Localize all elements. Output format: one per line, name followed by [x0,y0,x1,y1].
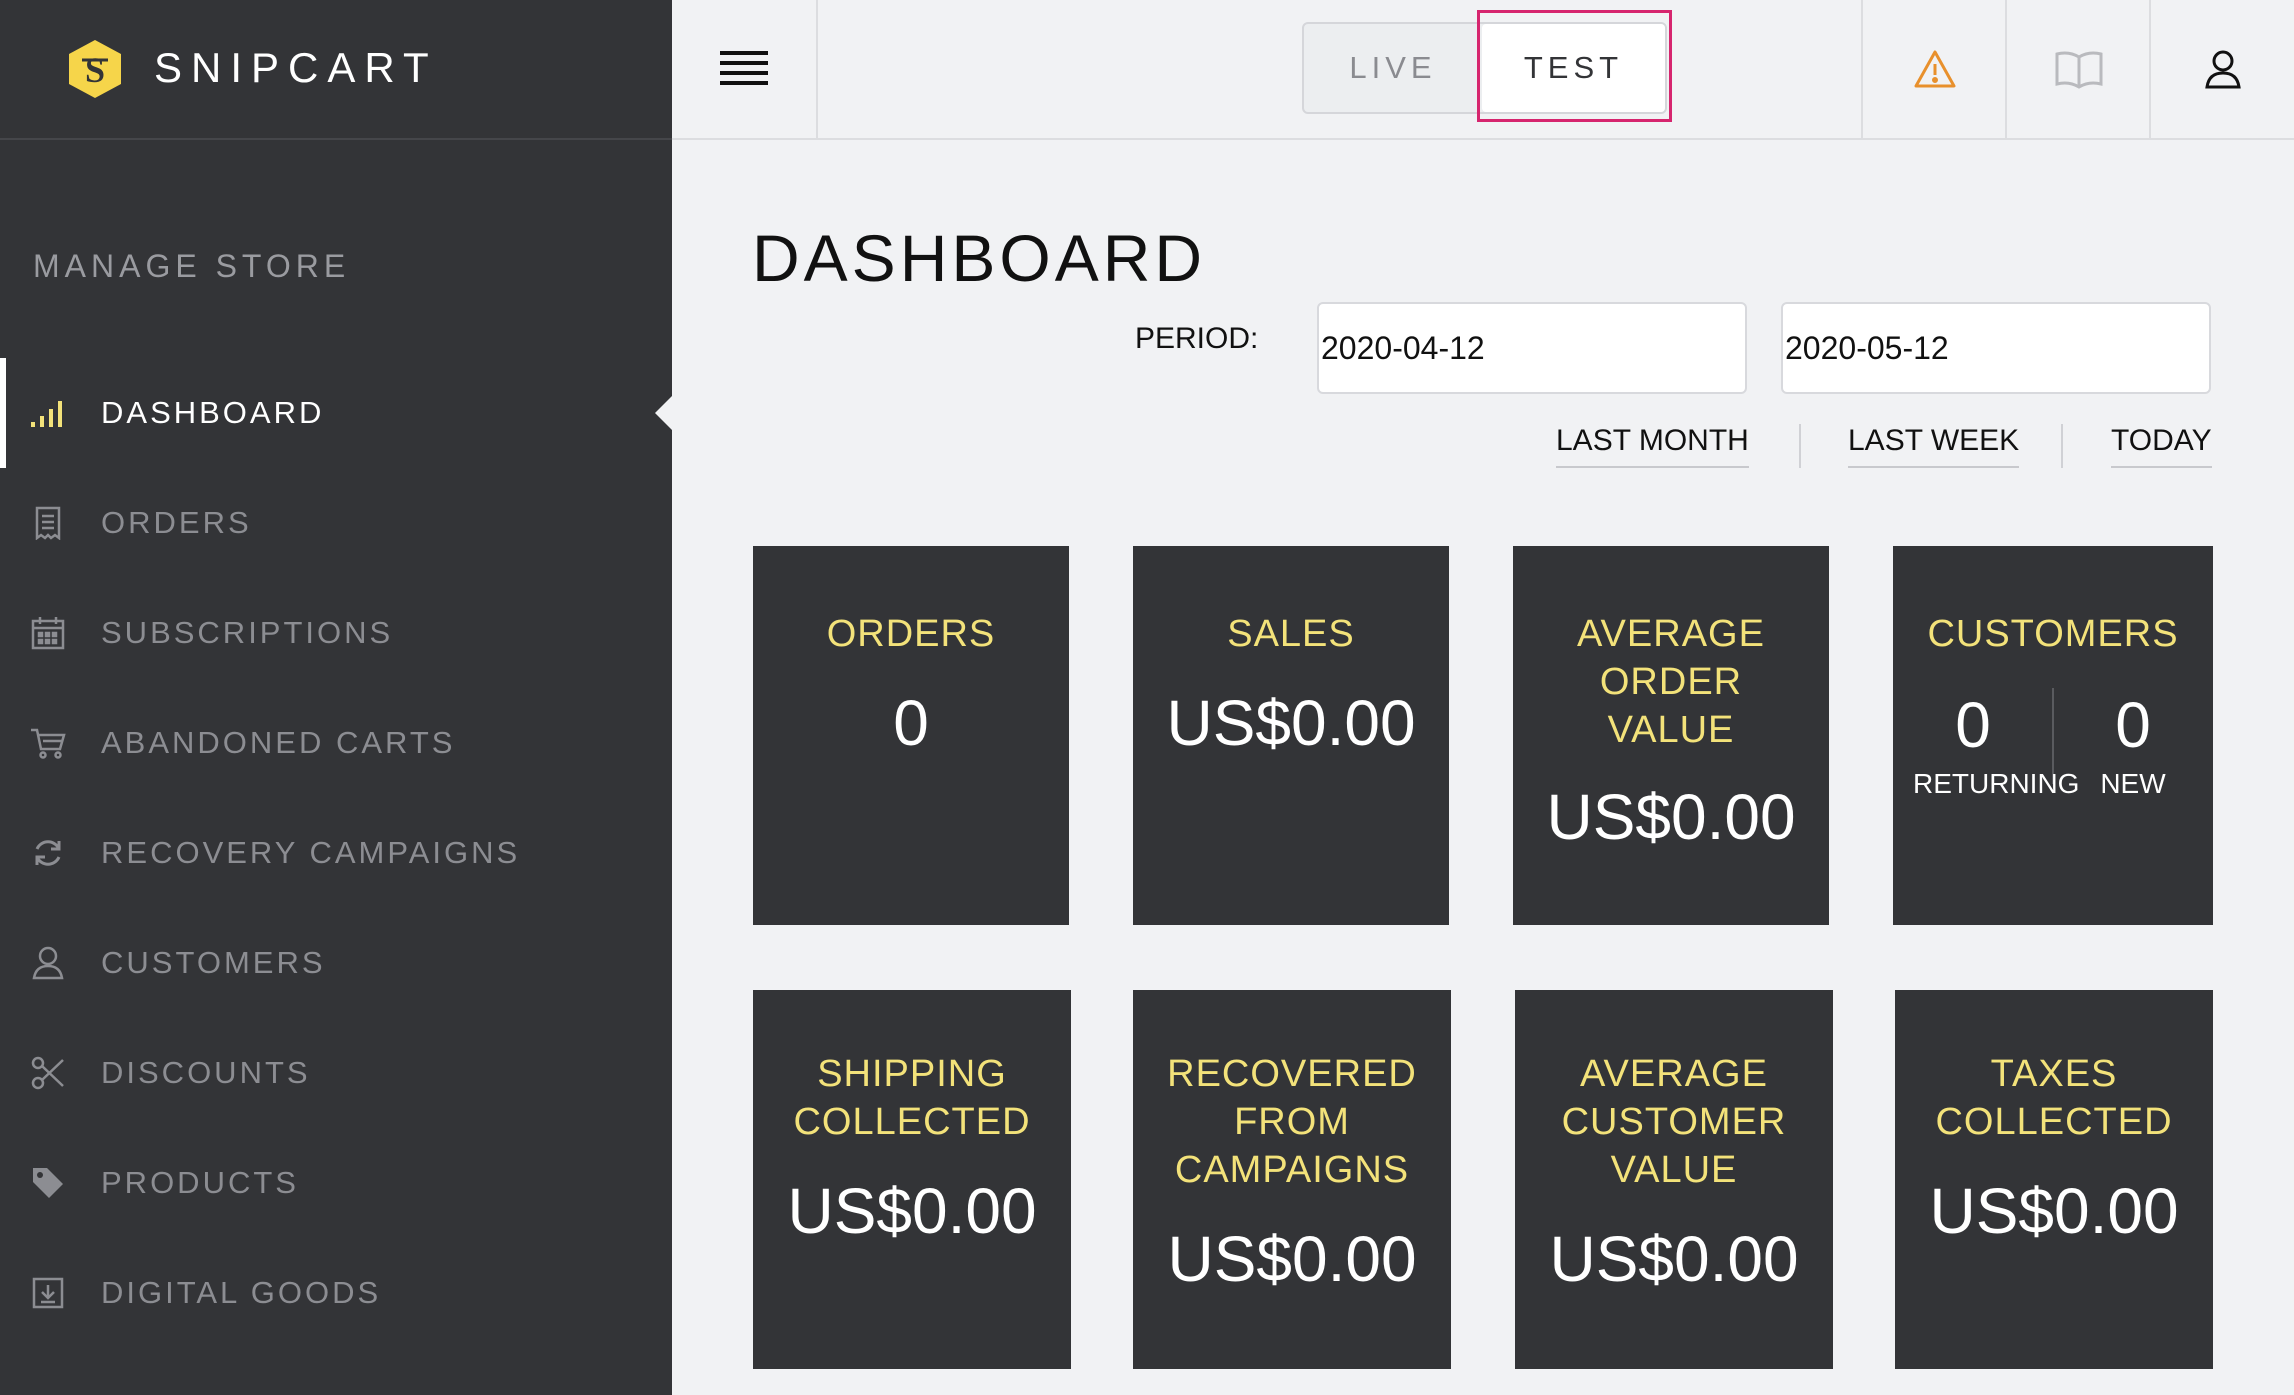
taxes-collected-card: TAXES COLLECTED US$0.00 [1895,990,2213,1369]
card-title: AVERAGE ORDER VALUE [1513,610,1829,754]
sidebar-nav: DASHBOARD ORDERS SUBSCRIPTIONS ABANDONED… [0,358,672,1348]
cart-icon [30,725,66,761]
link-separator [2061,424,2063,468]
sidebar-item-label: ORDERS [101,505,252,540]
today-link[interactable]: TODAY [2111,424,2212,468]
user-icon [2205,50,2241,89]
hamburger-icon [720,51,768,85]
receipt-icon [30,505,66,541]
card-title-line: COLLECTED [1935,1101,2173,1143]
card-title-line: CAMPAIGNS [1174,1149,1410,1191]
sidebar-item-label: DISCOUNTS [101,1055,311,1090]
new-count: 0 [2115,689,2151,761]
card-title-line: SHIPPING [817,1053,1007,1095]
sales-card: SALES US$0.00 [1133,546,1449,925]
sidebar-item-label: SUBSCRIPTIONS [101,615,394,650]
sidebar-item-label: DASHBOARD [101,395,325,430]
shipping-collected-card: SHIPPING COLLECTED US$0.00 [753,990,1071,1369]
sidebar-item-customers[interactable]: CUSTOMERS [0,908,672,1018]
card-title: RECOVERED FROM CAMPAIGNS [1133,1050,1451,1194]
card-title: TAXES COLLECTED [1895,1050,2213,1146]
docs-button[interactable] [2005,0,2151,138]
sidebar-item-orders[interactable]: ORDERS [0,468,672,578]
card-title-line: ORDER [1599,661,1743,703]
section-title: MANAGE STORE [33,248,351,284]
orders-card: ORDERS 0 [753,546,1069,925]
svg-text:S: S [85,50,105,90]
refresh-icon [30,835,66,871]
sidebar-item-label: ABANDONED CARTS [101,725,456,760]
period-label: PERIOD: [1135,322,1259,355]
sidebar-item-discounts[interactable]: DISCOUNTS [0,1018,672,1128]
card-value: US$0.00 [1546,781,1796,853]
card-title-line: COLLECTED [793,1101,1031,1143]
link-separator [1799,424,1801,468]
average-customer-value-card: AVERAGE CUSTOMER VALUE US$0.00 [1515,990,1833,1369]
card-title: SALES [1227,613,1355,655]
card-title-line: VALUE [1607,709,1735,751]
returning-customers: 0 RETURNING [1913,688,2080,800]
brand-header: S SNIPCART [0,0,672,140]
date-to-input[interactable] [1781,302,2211,394]
account-button[interactable] [2149,0,2294,138]
top-bar: LIVE TEST [672,0,2294,140]
tag-icon [30,1165,66,1201]
new-label: NEW [2100,768,2166,799]
card-title: ORDERS [826,613,996,655]
env-live-button[interactable]: LIVE [1304,24,1482,112]
card-title-line: FROM [1234,1101,1350,1143]
card-title: SHIPPING COLLECTED [753,1050,1071,1146]
card-value: US$0.00 [1167,1223,1417,1295]
card-value: US$0.00 [787,1175,1037,1247]
snipcart-logo-icon[interactable]: S [66,38,124,100]
card-value: US$0.00 [1166,687,1416,759]
card-title-line: CUSTOMER [1561,1101,1787,1143]
card-value: 0 [893,687,929,759]
alerts-button[interactable] [1861,0,2007,138]
sidebar-item-label: RECOVERY CAMPAIGNS [101,835,521,870]
card-title: AVERAGE CUSTOMER VALUE [1515,1050,1833,1194]
card-title: CUSTOMERS [1927,613,2179,655]
card-value: US$0.00 [1929,1175,2179,1247]
sidebar-item-products[interactable]: PRODUCTS [0,1128,672,1238]
last-week-link[interactable]: LAST WEEK [1848,424,2020,468]
returning-count: 0 [1955,689,1991,761]
bar-chart-icon [30,395,66,431]
card-title-line: AVERAGE [1577,613,1765,655]
card-title-line: AVERAGE [1580,1053,1768,1095]
sidebar: S SNIPCART MANAGE STORE DASHBOARD ORDERS… [0,0,672,1395]
env-test-button[interactable]: TEST [1482,24,1665,112]
card-title-line: RECOVERED [1167,1053,1417,1095]
customers-card: CUSTOMERS 0 RETURNING 0 NEW [1893,546,2213,925]
sidebar-item-label: CUSTOMERS [101,945,326,980]
card-title-line: TAXES [1990,1053,2118,1095]
returning-label: RETURNING [1913,768,2080,799]
sidebar-item-abandoned-carts[interactable]: ABANDONED CARTS [0,688,672,798]
environment-toggle: LIVE TEST [1302,22,1667,114]
hamburger-menu-button[interactable] [672,0,818,138]
sidebar-item-label: PRODUCTS [101,1165,299,1200]
calendar-icon [30,615,66,651]
sidebar-item-dashboard[interactable]: DASHBOARD [0,358,672,468]
user-icon [30,945,66,981]
sidebar-item-digital-goods[interactable]: DIGITAL GOODS [0,1238,672,1348]
download-icon [30,1275,66,1311]
date-from-input[interactable] [1317,302,1747,394]
warning-icon [1914,50,1956,88]
sidebar-item-subscriptions[interactable]: SUBSCRIPTIONS [0,578,672,688]
recovered-from-campaigns-card: RECOVERED FROM CAMPAIGNS US$0.00 [1133,990,1451,1369]
card-value: US$0.00 [1549,1223,1799,1295]
last-month-link[interactable]: LAST MONTH [1556,424,1749,468]
brand-name: SNIPCART [154,44,438,91]
sidebar-item-recovery-campaigns[interactable]: RECOVERY CAMPAIGNS [0,798,672,908]
page-title: DASHBOARD [752,221,1207,295]
card-title-line: VALUE [1610,1149,1738,1191]
new-customers: 0 NEW [2073,688,2193,800]
average-order-value-card: AVERAGE ORDER VALUE US$0.00 [1513,546,1829,925]
scissors-icon [30,1055,66,1091]
book-icon [2055,51,2103,89]
sidebar-item-label: DIGITAL GOODS [101,1275,382,1310]
